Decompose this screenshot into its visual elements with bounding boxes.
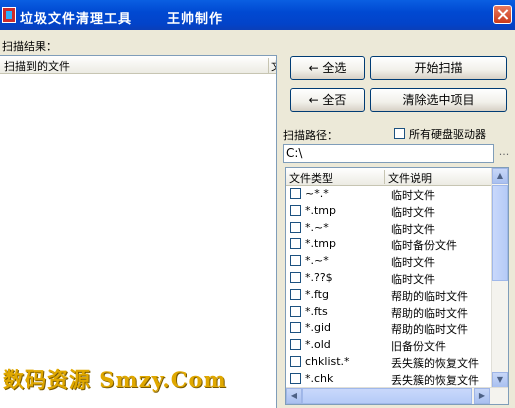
close-button[interactable] [493,5,512,24]
file-type-row[interactable]: *.chk 丢失簇的恢复文件 [286,371,492,387]
file-type-checkbox[interactable] [290,204,301,216]
file-type-row[interactable]: *.gid 帮助的临时文件 [286,320,492,336]
file-type-row[interactable]: *.??$ 临时文件 [286,270,492,286]
browse-button[interactable]: ... [495,144,513,163]
file-type-pattern: *.old [305,338,331,352]
file-type-desc: 旧备份文件 [391,340,446,354]
file-types-list[interactable]: 文件类型 文件说明 ~*.* 临时文件 *.tmp 临时文件 *.~* 临时文件 *.tmp… [285,167,509,405]
file-type-row[interactable]: *.old 旧备份文件 [286,337,492,353]
file-type-desc: 临时文件 [391,273,435,286]
file-type-desc: 临时文件 [391,189,435,202]
file-type-pattern: *.chk [305,371,334,385]
file-type-pattern: *.tmp [305,203,337,217]
file-type-pattern: *.gid [305,321,332,335]
scroll-thumb[interactable] [492,185,508,281]
col-header-file-type[interactable]: 文件类型 [289,170,333,186]
scroll-up-icon[interactable]: ▲ [492,168,508,184]
file-type-row[interactable]: *.tmp 临时文件 [286,203,492,219]
file-type-pattern: chklist.* [305,355,350,368]
file-type-desc: 帮助的临时文件 [391,289,468,303]
file-type-desc: 帮助的临时文件 [391,323,468,337]
results-header: 扫描到的文件 文 [0,56,276,74]
scroll-right-icon[interactable]: ▶ [474,388,490,404]
vertical-scrollbar[interactable]: ▲ ▼ [491,168,508,388]
col-header-type[interactable]: 文 [268,58,276,74]
select-all-button[interactable]: ← 全选 [290,56,365,80]
file-type-checkbox[interactable] [290,322,301,334]
file-type-pattern: *.ftg [305,287,329,301]
file-type-row[interactable]: chklist.* 丢失簇的恢复文件 [286,354,492,370]
file-type-desc: 丢失簇的恢复文件 [391,357,479,370]
file-type-pattern: *.tmp [305,237,337,251]
start-scan-button[interactable]: 开始扫描 [370,56,507,80]
col-header-file[interactable]: 扫描到的文件 [4,58,70,74]
results-list[interactable]: 扫描到的文件 文 [0,55,277,408]
file-type-checkbox[interactable] [290,188,301,199]
watermark-text: 数码资源 Smzy.Com [3,367,227,392]
file-type-checkbox[interactable] [290,272,301,283]
file-type-row[interactable]: *.ftg 帮助的临时文件 [286,287,492,303]
title-bar: 垃圾文件清理工具 王帅制作 [0,0,515,30]
file-type-pattern: *.~* [305,220,329,234]
file-type-pattern: *.~* [305,254,329,268]
file-type-checkbox[interactable] [290,339,301,351]
scan-path-label: 扫描路径： [283,129,338,142]
file-type-desc: 帮助的临时文件 [391,306,468,320]
file-type-pattern: *.fts [305,304,328,318]
file-type-row[interactable]: *.~* 临时文件 [286,220,492,236]
file-type-checkbox[interactable] [290,221,301,233]
results-label: 扫描结果： [2,40,57,53]
scan-path-input[interactable]: C:\ [283,144,494,163]
author-label: 王帅制作 [167,12,224,27]
file-type-pattern: *.??$ [305,271,333,284]
file-type-desc: 临时文件 [391,205,435,219]
file-type-checkbox[interactable] [290,305,301,317]
file-type-checkbox[interactable] [290,372,301,384]
app-icon [2,7,16,23]
file-type-checkbox[interactable] [290,238,301,250]
window-title: 垃圾文件清理工具 [20,12,133,27]
file-type-checkbox[interactable] [290,255,301,267]
file-type-row[interactable]: *.~* 临时文件 [286,253,492,269]
file-type-checkbox[interactable] [290,288,301,300]
scroll-left-icon[interactable]: ◀ [286,388,302,404]
all-drives-checkbox[interactable] [394,128,405,139]
file-type-desc: 临时文件 [391,222,435,236]
clear-selected-button[interactable]: 清除选中项目 [370,88,507,112]
file-type-checkbox[interactable] [290,356,301,367]
file-type-desc: 临时备份文件 [391,239,457,253]
horizontal-scrollbar[interactable]: ◀ ▶ [286,387,508,404]
file-type-desc: 临时文件 [391,256,435,270]
col-header-file-desc[interactable]: 文件说明 [384,170,488,185]
select-none-button[interactable]: ← 全否 [290,88,365,112]
file-type-row[interactable]: *.fts 帮助的临时文件 [286,304,492,320]
file-type-desc: 丢失簇的恢复文件 [391,373,479,387]
scroll-down-icon[interactable]: ▼ [492,372,508,388]
file-type-row[interactable]: *.tmp 临时备份文件 [286,236,492,252]
file-type-row[interactable]: ~*.* 临时文件 [286,186,492,202]
all-drives-label: 所有硬盘驱动器 [409,128,486,141]
file-type-pattern: ~*.* [305,187,329,200]
hscroll-thumb[interactable] [302,388,472,404]
types-header: 文件类型 文件说明 [286,168,492,186]
